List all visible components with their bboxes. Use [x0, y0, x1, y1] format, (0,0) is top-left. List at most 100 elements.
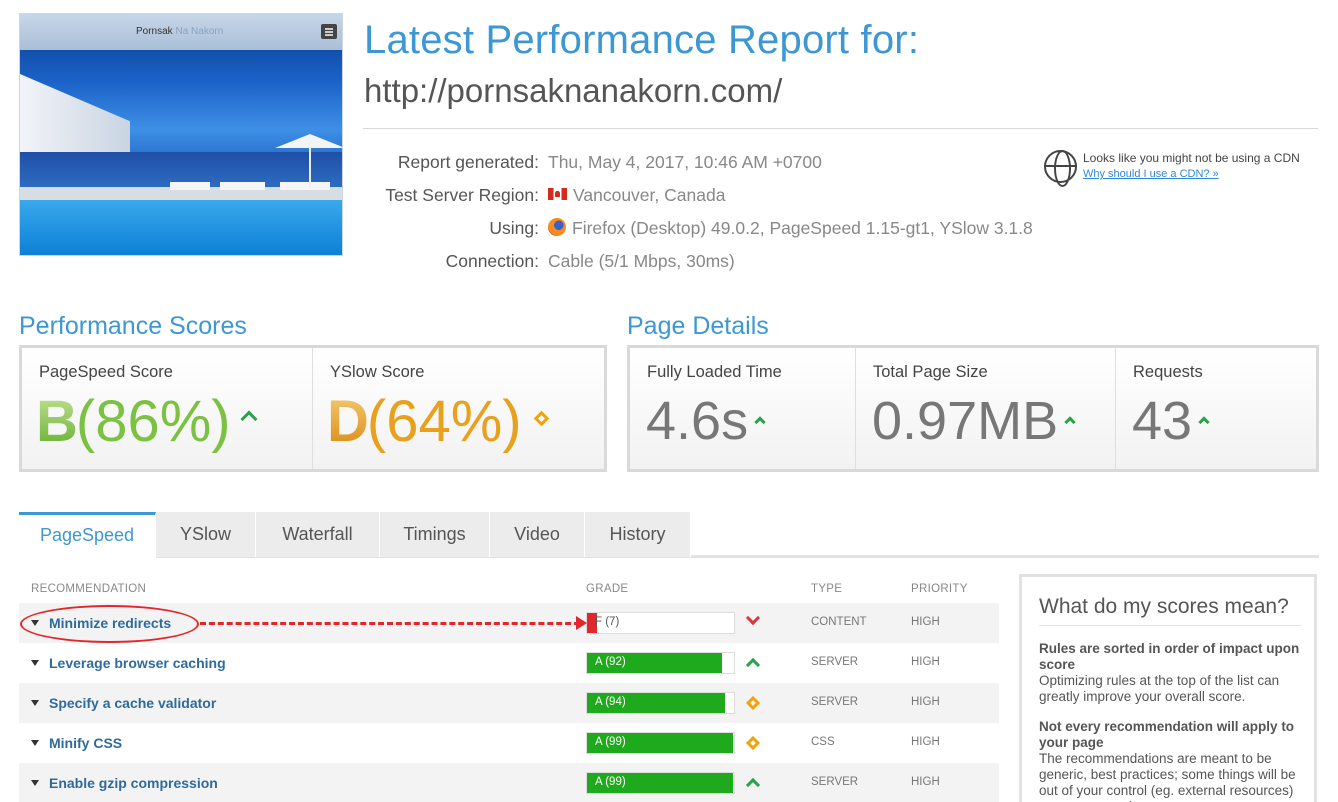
- recommendation-type: CSS: [811, 736, 835, 748]
- highlight-oval-annotation: [20, 605, 199, 643]
- grade-text: A (94): [595, 696, 626, 708]
- caret-down-icon: [31, 740, 39, 746]
- site-screenshot-thumbnail: Pornsak Na Nakorn: [19, 13, 343, 256]
- page-size-value-wrap: 0.97MB: [872, 390, 1076, 452]
- recommendation-toggle[interactable]: Specify a cache validator: [31, 695, 216, 711]
- cdn-info-link[interactable]: Why should I use a CDN? »: [1083, 168, 1219, 180]
- scores-help-divider: [1039, 625, 1301, 626]
- table-row[interactable]: Enable gzip compression A (99) SERVER HI…: [19, 763, 999, 802]
- caret-down-icon: [31, 660, 39, 666]
- scores-help-text-1: Optimizing rules at the top of the list …: [1039, 673, 1280, 704]
- grade-bar: A (92): [586, 652, 735, 674]
- caret-down-icon: [31, 700, 39, 706]
- scores-help-panel: What do my scores mean? Rules are sorted…: [1019, 574, 1317, 802]
- region-value-wrap: Vancouver, Canada: [548, 185, 725, 206]
- table-row[interactable]: Leverage browser caching A (92) SERVER H…: [19, 643, 999, 683]
- page-size-value: 0.97MB: [872, 391, 1059, 451]
- column-header-recommendation: RECOMMENDATION: [31, 583, 147, 595]
- requests-card: Requests 43: [1116, 348, 1316, 469]
- tab-history[interactable]: History: [585, 512, 691, 557]
- trend-up-icon: [1198, 416, 1210, 428]
- performance-scores-box: PageSpeed Score B(86%) YSlow Score D(64%…: [19, 345, 607, 472]
- recommendation-priority: HIGH: [911, 776, 940, 788]
- using-label: Using:: [489, 218, 539, 238]
- recommendation-priority: HIGH: [911, 736, 940, 748]
- header-divider: [363, 128, 1318, 129]
- using-value-wrap: Firefox (Desktop) 49.0.2, PageSpeed 1.15…: [548, 218, 1033, 239]
- connection-label: Connection:: [445, 251, 539, 271]
- recommendation-type: SERVER: [811, 656, 859, 668]
- thumbnail-umbrella: [275, 134, 342, 148]
- report-tabs: PageSpeed YSlow Waterfall Timings Video …: [19, 512, 1319, 558]
- thumbnail-lounger: [280, 182, 330, 190]
- requests-value: 43: [1132, 391, 1193, 451]
- requests-value-wrap: 43: [1132, 390, 1210, 452]
- trend-down-icon: [745, 610, 761, 626]
- trend-same-icon: [533, 410, 549, 427]
- recommendation-toggle[interactable]: Enable gzip compression: [31, 775, 218, 791]
- tab-yslow[interactable]: YSlow: [156, 512, 256, 557]
- grade-text: A (99): [595, 736, 626, 748]
- fully-loaded-card: Fully Loaded Time 4.6s: [630, 348, 856, 469]
- table-row[interactable]: Minify CSS A (99) CSS HIGH: [19, 723, 999, 763]
- firefox-icon: [548, 218, 566, 237]
- tab-video[interactable]: Video: [490, 512, 585, 557]
- thumbnail-brand-dark: Pornsak: [136, 26, 173, 37]
- fully-loaded-value: 4.6s: [646, 391, 749, 451]
- yslow-score-card: YSlow Score D(64%): [313, 348, 604, 469]
- recommendation-type: SERVER: [811, 776, 859, 788]
- hamburger-menu-icon: [321, 24, 337, 39]
- report-generated-label: Report generated:: [397, 152, 539, 172]
- meta-row-generated: Report generated: Thu, May 4, 2017, 10:4…: [364, 148, 1044, 181]
- fully-loaded-label: Fully Loaded Time: [647, 363, 782, 381]
- recommendation-toggle[interactable]: Minify CSS: [31, 735, 122, 751]
- report-meta: Report generated: Thu, May 4, 2017, 10:4…: [364, 148, 1044, 280]
- recommendation-priority: HIGH: [911, 656, 940, 668]
- thumbnail-brand: Pornsak Na Nakorn: [136, 26, 223, 37]
- grade-bar: A (99): [586, 732, 735, 754]
- thumbnail-lounger: [220, 182, 265, 190]
- tab-pagespeed[interactable]: PageSpeed: [19, 512, 156, 558]
- table-row[interactable]: Specify a cache validator A (94) SERVER …: [19, 683, 999, 723]
- meta-row-using: Using: Firefox (Desktop) 49.0.2, PageSpe…: [364, 214, 1044, 247]
- thumbnail-umbrella-pole: [309, 147, 311, 187]
- recommendation-type: SERVER: [811, 696, 859, 708]
- page-size-card: Total Page Size 0.97MB: [856, 348, 1116, 469]
- grade-bar: A (94): [586, 692, 735, 714]
- region-value: Vancouver, Canada: [573, 185, 726, 205]
- page-size-label: Total Page Size: [873, 363, 988, 381]
- tab-waterfall[interactable]: Waterfall: [256, 512, 380, 557]
- trend-up-icon: [745, 657, 761, 673]
- recommendation-type: CONTENT: [811, 616, 867, 628]
- column-header-type: TYPE: [811, 583, 843, 595]
- page-title: Latest Performance Report for:: [364, 18, 920, 62]
- trend-same-icon: [745, 695, 761, 711]
- trend-up-icon: [240, 410, 258, 428]
- recommendation-name: Enable gzip compression: [49, 775, 218, 791]
- recommendation-toggle[interactable]: Leverage browser caching: [31, 655, 226, 671]
- thumbnail-lounger: [170, 182, 210, 190]
- trend-up-icon: [745, 777, 761, 793]
- recommendation-priority: HIGH: [911, 616, 940, 628]
- arrow-head-annotation: [576, 616, 587, 630]
- recommendation-name: Leverage browser caching: [49, 655, 226, 671]
- scores-help-title: What do my scores mean?: [1039, 595, 1289, 618]
- requests-label: Requests: [1133, 363, 1203, 381]
- column-header-priority: PRIORITY: [911, 583, 968, 595]
- pagespeed-grade-percent: (86%): [75, 389, 231, 454]
- pagespeed-score-card: PageSpeed Score B(86%): [22, 348, 313, 469]
- thumbnail-brand-light: Na Nakorn: [175, 26, 224, 37]
- trend-up-icon: [1064, 416, 1076, 428]
- fully-loaded-value-wrap: 4.6s: [646, 390, 766, 452]
- scores-help-heading-2: Not every recommendation will apply to y…: [1039, 719, 1295, 750]
- pagespeed-score-value: B(86%): [36, 388, 258, 455]
- recommendation-priority: HIGH: [911, 696, 940, 708]
- canada-flag-icon: [548, 188, 567, 201]
- trend-up-icon: [754, 416, 766, 428]
- report-generated-value: Thu, May 4, 2017, 10:46 AM +0700: [548, 152, 822, 172]
- column-header-grade: GRADE: [586, 583, 629, 595]
- using-value: Firefox (Desktop) 49.0.2, PageSpeed 1.15…: [572, 218, 1033, 238]
- meta-row-connection: Connection: Cable (5/1 Mbps, 30ms): [364, 247, 1044, 280]
- trend-same-icon: [745, 735, 761, 751]
- tab-timings[interactable]: Timings: [380, 512, 490, 557]
